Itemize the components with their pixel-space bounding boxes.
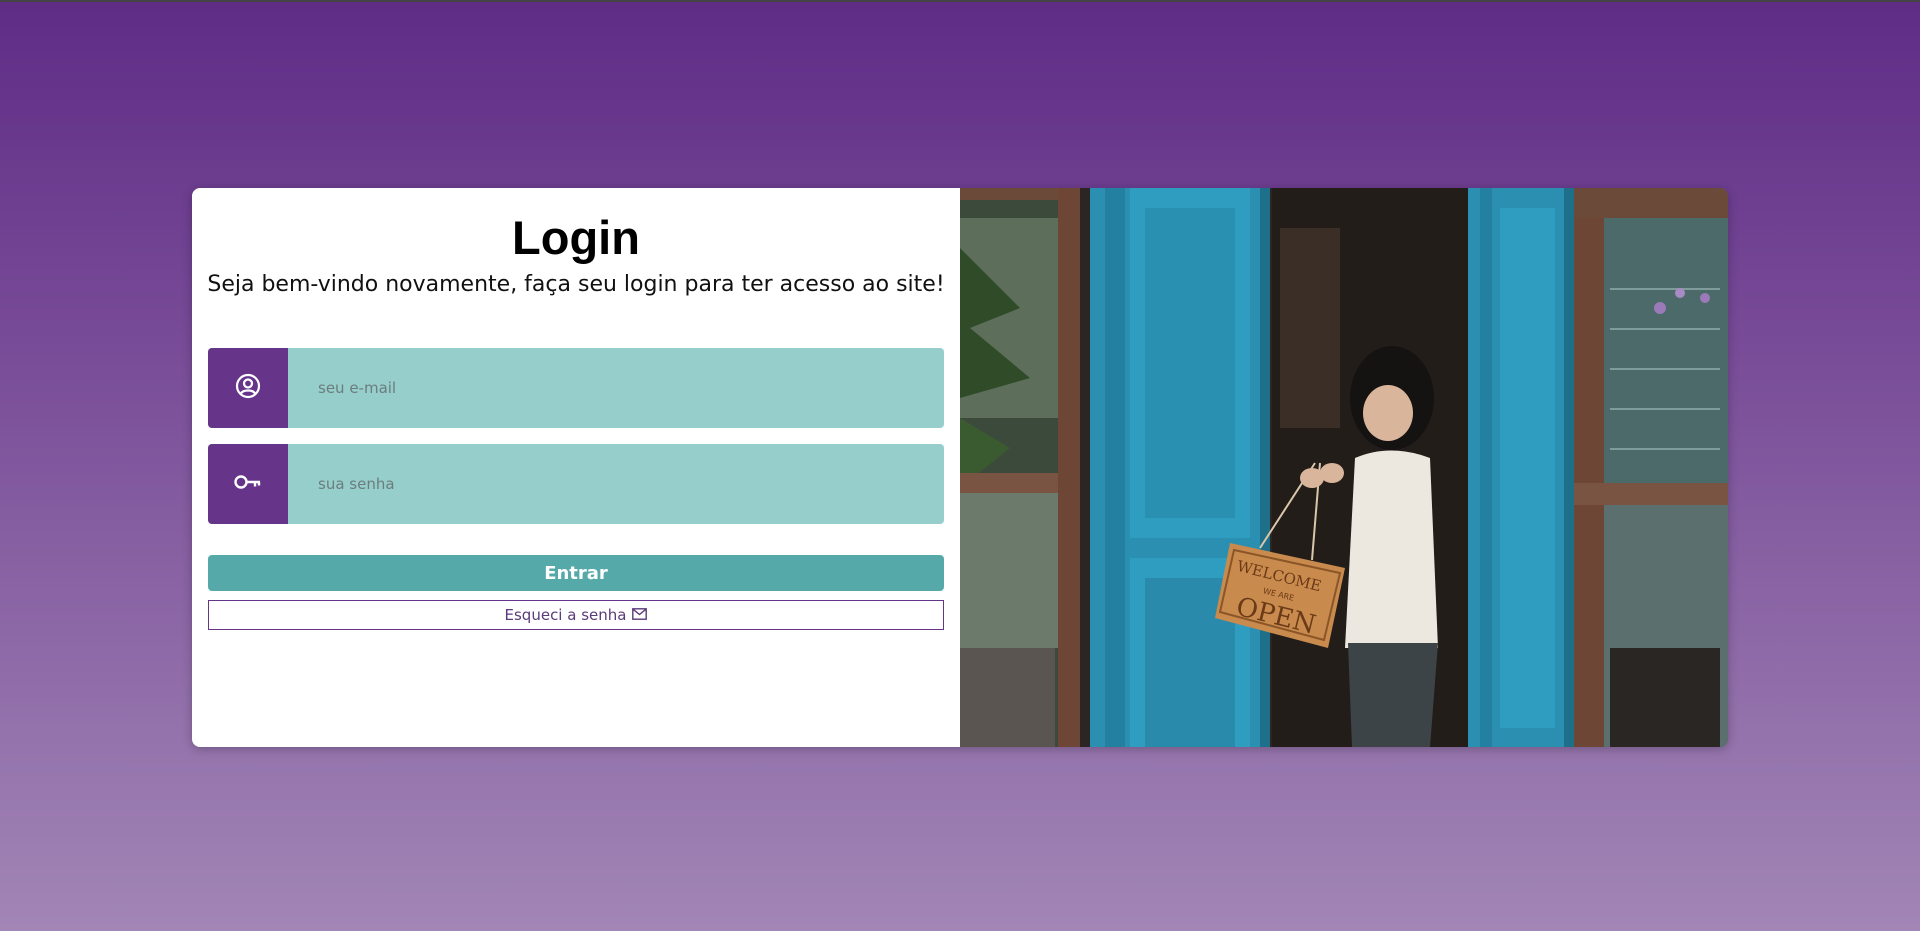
- password-icon-box: [208, 444, 288, 524]
- email-icon-box: [208, 348, 288, 428]
- hero-photo: WELCOME WE ARE OPEN: [960, 188, 1728, 747]
- password-field: [208, 444, 944, 524]
- login-submit-button[interactable]: Entrar: [208, 555, 944, 591]
- user-circle-icon: [235, 373, 261, 403]
- login-form-panel: Login Seja bem-vindo novamente, faça seu…: [192, 188, 960, 747]
- key-icon: [233, 472, 263, 496]
- welcome-subtitle: Seja bem-vindo novamente, faça seu login…: [207, 272, 945, 297]
- forgot-password-button[interactable]: Esqueci a senha: [208, 600, 944, 630]
- login-card: Login Seja bem-vindo novamente, faça seu…: [192, 188, 1728, 747]
- envelope-icon: [632, 606, 648, 624]
- forgot-password-label: Esqueci a senha: [504, 606, 627, 624]
- page-title: Login: [512, 211, 640, 264]
- email-field: [208, 348, 944, 428]
- window-top-border: [0, 0, 1920, 2]
- email-input[interactable]: [288, 348, 944, 428]
- password-input[interactable]: [288, 444, 944, 524]
